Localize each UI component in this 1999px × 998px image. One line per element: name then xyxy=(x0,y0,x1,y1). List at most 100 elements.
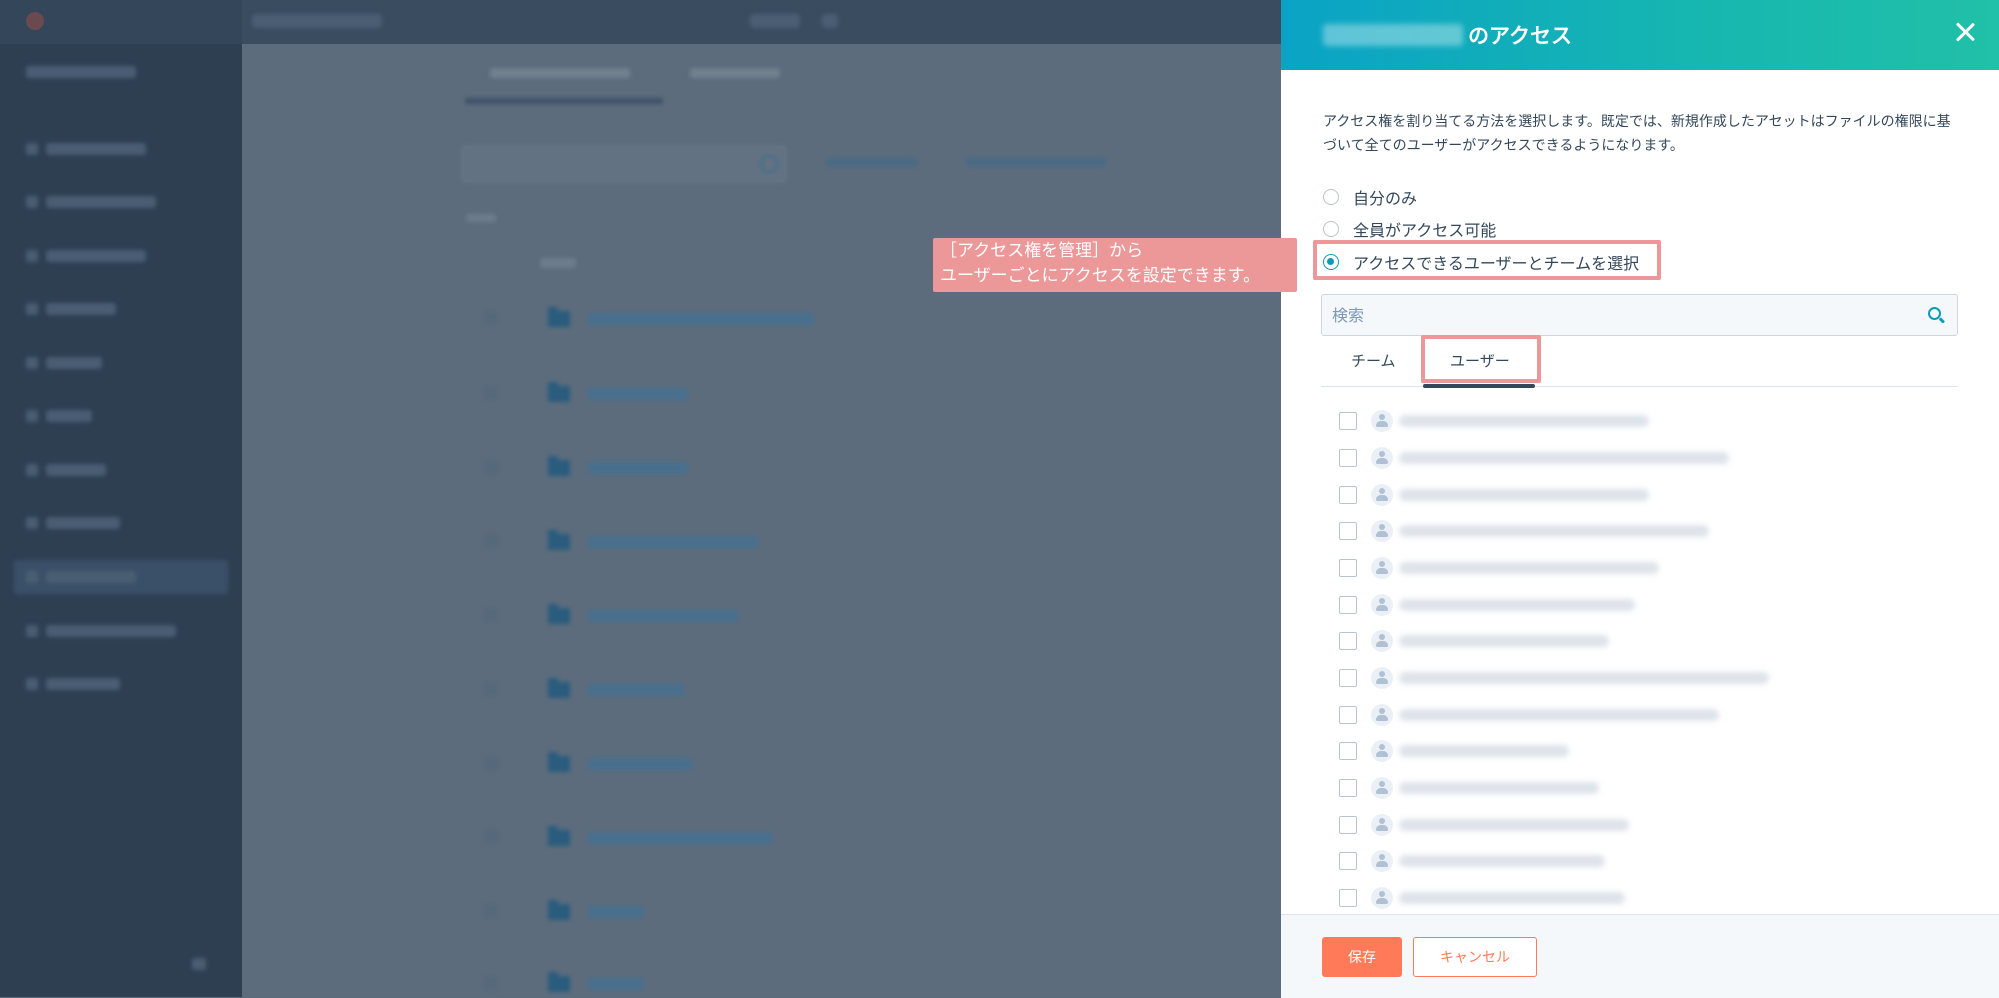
topbar-item xyxy=(750,14,800,28)
bg-row-checkbox xyxy=(484,682,498,696)
folder-icon xyxy=(548,826,570,846)
bg-row-name xyxy=(588,610,738,622)
bg-search-input xyxy=(462,146,786,182)
user-email-redacted xyxy=(1399,635,1609,647)
save-button[interactable]: 保存 xyxy=(1322,937,1402,977)
user-checkbox[interactable] xyxy=(1339,706,1357,724)
sidebar-item xyxy=(46,625,176,637)
list-item[interactable] xyxy=(1339,846,1605,876)
app-sidebar xyxy=(0,0,242,997)
list-item[interactable] xyxy=(1339,883,1625,913)
user-email-redacted xyxy=(1399,415,1649,427)
user-email-redacted xyxy=(1399,562,1659,574)
list-item[interactable] xyxy=(1339,663,1769,693)
folder-icon xyxy=(548,972,570,992)
app-logo-icon xyxy=(26,12,44,30)
option-label: 自分のみ xyxy=(1353,189,1418,208)
option-everyone[interactable]: 全員がアクセス可能 xyxy=(1323,217,1496,241)
user-checkbox[interactable] xyxy=(1339,669,1357,687)
user-checkbox[interactable] xyxy=(1339,632,1357,650)
folder-icon xyxy=(548,307,570,327)
tab-team[interactable]: チーム xyxy=(1351,350,1396,371)
sidebar-item xyxy=(46,410,92,422)
list-item[interactable] xyxy=(1339,810,1629,840)
sidebar-item xyxy=(46,196,156,208)
bg-row-name xyxy=(588,462,688,474)
user-email-redacted xyxy=(1399,892,1625,904)
search-icon[interactable] xyxy=(1928,307,1941,320)
list-item[interactable] xyxy=(1339,626,1609,656)
bg-row-name xyxy=(588,978,644,990)
sidebar-item-icon xyxy=(26,410,38,422)
user-email-redacted xyxy=(1399,819,1629,831)
bg-tab-label xyxy=(490,68,630,78)
panel-footer: 保存 キャンセル xyxy=(1281,914,1999,998)
cancel-button[interactable]: キャンセル xyxy=(1413,937,1537,977)
avatar-icon xyxy=(1371,887,1393,909)
highlight-box-user-tab xyxy=(1421,335,1541,383)
radio-only-me[interactable] xyxy=(1323,189,1339,205)
bg-row-checkbox xyxy=(484,460,498,474)
user-checkbox[interactable] xyxy=(1339,522,1357,540)
sidebar-item xyxy=(46,571,136,583)
avatar-icon xyxy=(1371,777,1393,799)
topbar-item xyxy=(822,14,838,28)
radio-everyone[interactable] xyxy=(1323,221,1339,237)
bg-row-checkbox xyxy=(484,311,498,325)
sidebar-item xyxy=(46,678,120,690)
user-email-redacted xyxy=(1399,489,1649,501)
list-item[interactable] xyxy=(1339,443,1729,473)
search-input[interactable] xyxy=(1332,295,1912,335)
sidebar-item-icon xyxy=(26,571,38,583)
user-checkbox[interactable] xyxy=(1339,816,1357,834)
avatar-icon xyxy=(1371,410,1393,432)
panel-header: のアクセス xyxy=(1281,0,1999,70)
annotation-callout: ［アクセス権を管理］から ユーザーごとにアクセスを設定できます。 xyxy=(933,238,1297,292)
user-checkbox[interactable] xyxy=(1339,559,1357,577)
user-checkbox[interactable] xyxy=(1339,852,1357,870)
list-item[interactable] xyxy=(1339,516,1709,546)
bg-tab-label xyxy=(690,68,780,78)
user-checkbox[interactable] xyxy=(1339,742,1357,760)
user-checkbox[interactable] xyxy=(1339,596,1357,614)
sidebar-item xyxy=(46,357,102,369)
list-item[interactable] xyxy=(1339,590,1635,620)
folder-icon xyxy=(548,678,570,698)
sidebar-item xyxy=(26,66,136,78)
user-checkbox[interactable] xyxy=(1339,889,1357,907)
option-only-me[interactable]: 自分のみ xyxy=(1323,185,1417,209)
user-checkbox[interactable] xyxy=(1339,412,1357,430)
list-item[interactable] xyxy=(1339,773,1599,803)
bg-row-name xyxy=(588,906,644,918)
user-email-redacted xyxy=(1399,452,1729,464)
list-item[interactable] xyxy=(1339,406,1649,436)
sidebar-item xyxy=(46,464,106,476)
bg-row-name xyxy=(588,536,758,548)
sidebar-item-icon xyxy=(26,625,38,637)
avatar-icon xyxy=(1371,630,1393,652)
list-item[interactable] xyxy=(1339,736,1569,766)
user-email-redacted xyxy=(1399,709,1719,721)
bg-row-name xyxy=(588,388,688,400)
bg-row-name xyxy=(588,832,772,844)
sidebar-item-icon xyxy=(26,303,38,315)
list-item[interactable] xyxy=(1339,480,1649,510)
sidebar-item-icon xyxy=(26,196,38,208)
close-icon[interactable] xyxy=(1951,18,1979,46)
sidebar-item xyxy=(46,517,120,529)
bg-row-checkbox xyxy=(484,976,498,990)
user-checkbox[interactable] xyxy=(1339,486,1357,504)
bg-row-name xyxy=(588,758,692,770)
sidebar-item xyxy=(46,143,146,155)
list-item[interactable] xyxy=(1339,553,1659,583)
user-email-redacted xyxy=(1399,672,1769,684)
bg-tab-underline xyxy=(465,98,663,104)
user-email-redacted xyxy=(1399,599,1635,611)
callout-line-2: ユーザーごとにアクセスを設定できます。 xyxy=(940,266,1261,286)
search-box xyxy=(1321,294,1958,336)
list-item[interactable] xyxy=(1339,700,1719,730)
user-checkbox[interactable] xyxy=(1339,779,1357,797)
folder-icon xyxy=(548,530,570,550)
user-checkbox[interactable] xyxy=(1339,449,1357,467)
bg-row-checkbox xyxy=(484,756,498,770)
